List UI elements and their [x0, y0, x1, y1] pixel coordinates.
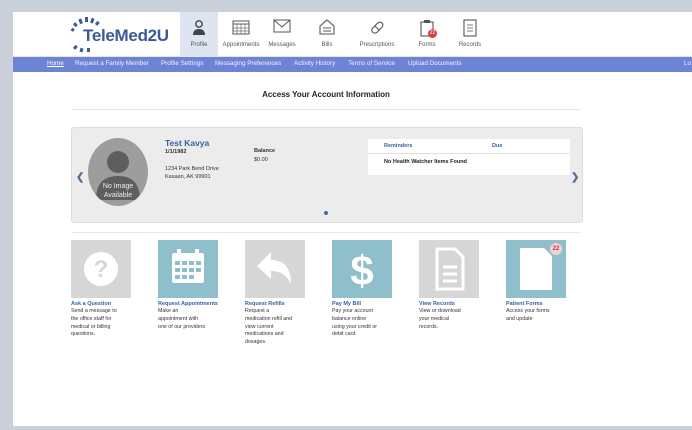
envelope-icon — [273, 19, 291, 35]
menu-activity-history[interactable]: Activity History — [294, 60, 335, 67]
tile-patient-forms-title[interactable]: Patient Forms — [506, 301, 543, 307]
nav-messages-label: Messages — [268, 42, 296, 48]
nav-prescriptions[interactable]: Prescriptions — [353, 12, 401, 56]
calendar-icon — [232, 19, 250, 37]
balance-label: Balance — [254, 148, 276, 154]
reminders-header: Reminders Due — [368, 139, 570, 154]
svg-text:$: $ — [350, 247, 373, 294]
pill-icon — [368, 19, 386, 39]
document-icon[interactable] — [419, 240, 479, 298]
nav-bills[interactable]: Bills — [309, 12, 345, 56]
carousel-prev-arrow-icon[interactable]: ❮ — [76, 172, 84, 183]
tile-pay-my-bill-title[interactable]: Pay My Bill — [332, 301, 361, 307]
logo-text: TeleMed2U — [83, 26, 169, 45]
reply-arrow-icon[interactable] — [245, 240, 305, 298]
tile-request-refills-desc: Request a medication refill and view cur… — [245, 308, 293, 346]
dollar-icon[interactable]: $ — [332, 240, 392, 298]
invoice-icon — [318, 19, 336, 37]
nav-profile-label: Profile — [190, 42, 208, 48]
top-navigation: TeleMed2U Profile Appointments Messages — [13, 12, 692, 57]
patient-address-line1: 1234 Park Bend Drive — [165, 166, 219, 172]
menu-messaging-preferences[interactable]: Messaging Preferences — [215, 60, 281, 67]
divider — [71, 109, 581, 110]
no-reminders-text: No Health Watcher Items Found — [384, 159, 467, 165]
profile-carousel: ❮ No Image Available Test Kavya 1/1/1982… — [71, 127, 583, 223]
menu-profile-settings[interactable]: Profile Settings — [161, 60, 203, 67]
menu-upload-documents[interactable]: Upload Documents — [408, 60, 462, 67]
nav-appointments[interactable]: Appointments — [220, 12, 262, 56]
menu-request-family-member[interactable]: Request a Family Member — [75, 60, 149, 67]
menu-home[interactable]: Home — [47, 60, 64, 67]
nav-records-label: Records — [458, 42, 482, 48]
nav-messages[interactable]: Messages — [264, 12, 300, 56]
menu-logout-cut[interactable]: Lo — [684, 60, 691, 67]
nav-records[interactable]: Records — [452, 12, 488, 56]
nav-forms-label: Forms — [418, 42, 436, 48]
no-image-line1: No Image — [102, 183, 134, 190]
patient-dob: 1/1/1982 — [165, 149, 187, 155]
telemed2u-logo[interactable]: TeleMed2U — [65, 16, 185, 54]
tile-request-refills-title[interactable]: Request Refills — [245, 301, 285, 307]
forms-badge: 22 — [428, 29, 437, 38]
nav-appointments-label: Appointments — [222, 42, 260, 48]
tile-pay-my-bill-desc: Pay your account balance online using yo… — [332, 308, 378, 338]
question-icon[interactable]: ? — [71, 240, 131, 298]
carousel-next-arrow-icon[interactable]: ❯ — [571, 172, 579, 183]
browser-page: TeleMed2U Profile Appointments Messages — [13, 12, 692, 426]
form-icon[interactable]: 22 — [506, 240, 566, 298]
tile-ask-question-desc: Send a message to the office staff for m… — [71, 308, 117, 338]
tile-view-records-desc: View or download your medical records. — [419, 308, 461, 330]
menu-terms-of-service[interactable]: Terms of Service — [348, 60, 395, 67]
calendar-icon[interactable] — [158, 240, 218, 298]
person-icon — [191, 19, 207, 39]
tile-request-appointments-title[interactable]: Request Appointments — [158, 301, 218, 307]
document-icon — [463, 19, 477, 39]
carousel-indicator-dot[interactable] — [324, 211, 328, 215]
nav-forms[interactable]: 22 Forms — [409, 12, 445, 56]
patient-name: Test Kavya — [165, 138, 210, 148]
page-title: Access Your Account Information — [262, 90, 390, 99]
nav-bills-label: Bills — [321, 42, 333, 48]
divider — [71, 232, 581, 233]
svg-text:?: ? — [94, 256, 109, 283]
reminders-column-header: Reminders — [384, 143, 413, 149]
balance-value: $0.00 — [254, 157, 268, 163]
secondary-menu-bar: Home Request a Family Member Profile Set… — [13, 57, 692, 72]
tile-ask-question-title[interactable]: Ask a Question — [71, 301, 111, 307]
due-column-header: Due — [492, 143, 503, 149]
no-image-line2: Available — [103, 192, 133, 199]
tile-patient-forms-desc: Access your forms and update — [506, 308, 550, 322]
forms-count-badge: 22 — [550, 243, 562, 255]
avatar: No Image Available — [88, 138, 148, 206]
nav-prescriptions-label: Prescriptions — [359, 42, 395, 48]
tile-view-records-title[interactable]: View Records — [419, 301, 455, 307]
nav-profile[interactable]: Profile — [180, 12, 218, 56]
reminders-table: Reminders Due No Health Watcher Items Fo… — [368, 139, 570, 175]
tile-request-appointments-desc: Make an appointment with one of our prov… — [158, 308, 206, 330]
patient-address-line2: Kasaan, AK 99901 — [165, 174, 211, 180]
no-image-text: No Image Available — [88, 182, 148, 200]
